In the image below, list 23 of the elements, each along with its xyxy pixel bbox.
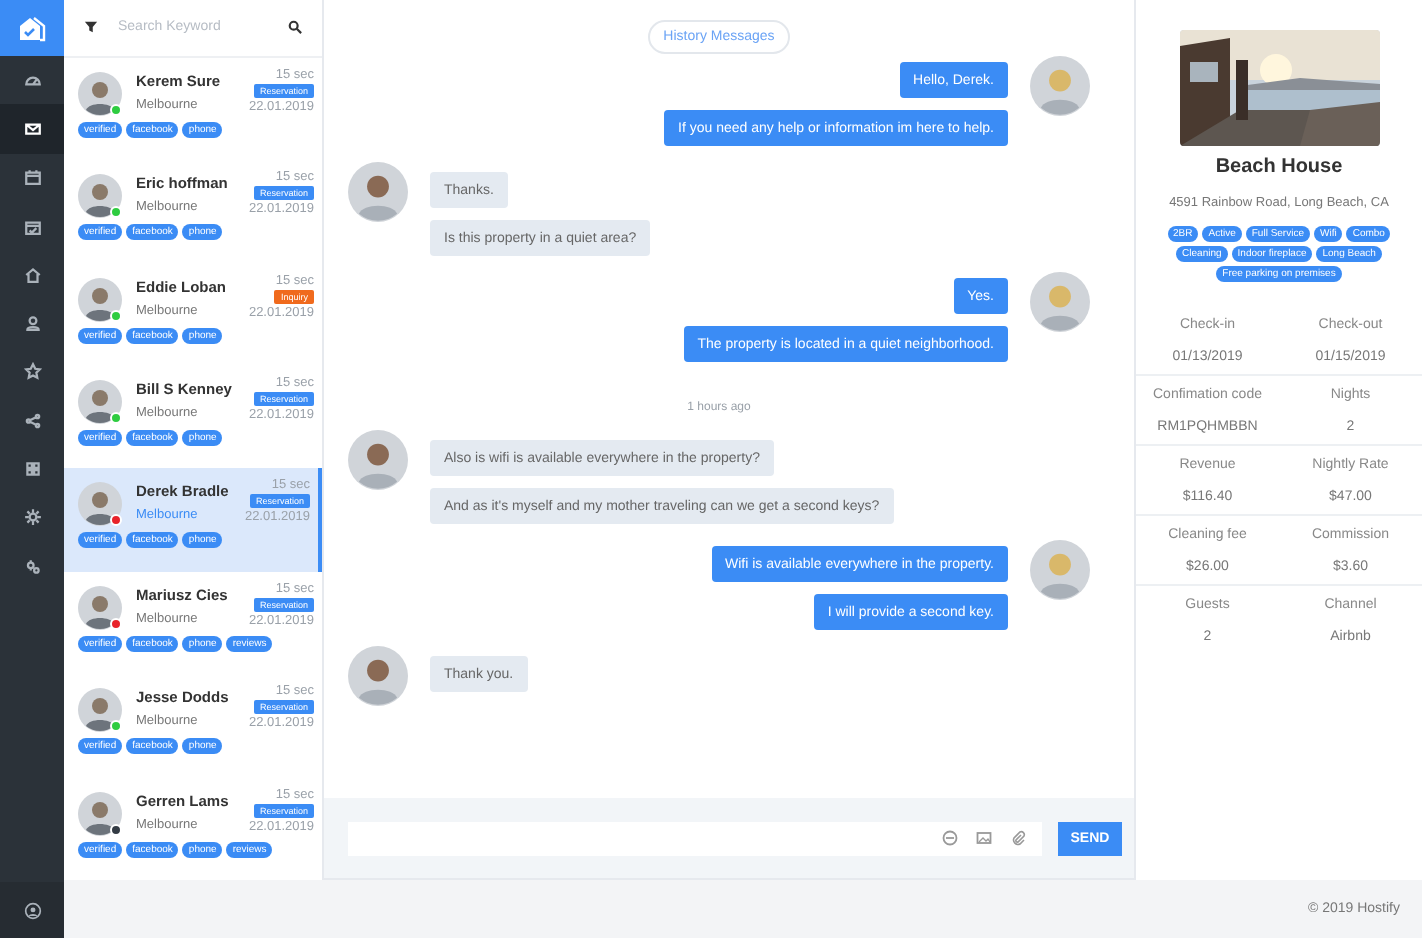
avatar-icon (348, 430, 408, 490)
avatar-icon (78, 174, 122, 219)
avatar-icon (1030, 540, 1090, 600)
avatar-icon (78, 482, 122, 527)
avatar-icon (1030, 56, 1090, 116)
search-icon[interactable] (288, 20, 302, 35)
avatar-icon (78, 688, 122, 733)
message-field[interactable] (348, 821, 1042, 855)
attachment-icon[interactable] (1010, 830, 1026, 846)
mail-icon[interactable] (0, 104, 64, 154)
avatar-icon (78, 277, 122, 322)
avatar-icon (78, 585, 122, 630)
image-icon[interactable] (976, 830, 992, 846)
emoji-icon[interactable] (942, 830, 958, 846)
avatar-icon (348, 162, 408, 222)
avatar-icon (348, 646, 408, 706)
filter-icon[interactable] (84, 20, 98, 35)
user-icon[interactable] (0, 882, 64, 938)
avatar-icon (1030, 272, 1090, 332)
avatar-icon (78, 380, 122, 425)
avatar-icon (78, 791, 122, 836)
property-title: Beach House (1215, 156, 1343, 178)
avatar-icon (78, 71, 122, 116)
